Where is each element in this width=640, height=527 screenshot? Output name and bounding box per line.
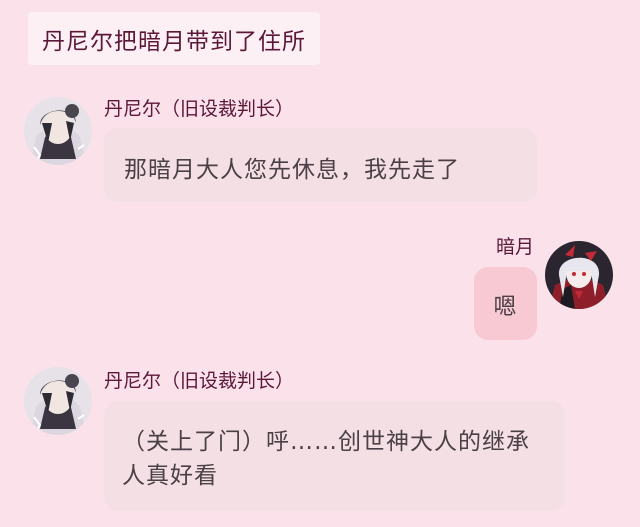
message-text-3: （关上了门）呼……创世神大人的继承人真好看 <box>122 429 530 489</box>
daniel-avatar-2[interactable] <box>24 367 92 435</box>
anyue-avatar-icon <box>545 241 613 309</box>
speaker-name-daniel-2: 丹尼尔（旧设裁判长） <box>104 370 295 392</box>
daniel-avatar-icon <box>24 97 92 165</box>
message-bubble-2[interactable]: 嗯 <box>474 267 537 340</box>
speaker-name-daniel-1: 丹尼尔（旧设裁判长） <box>104 98 295 120</box>
message-bubble-3[interactable]: （关上了门）呼……创世神大人的继承人真好看 <box>104 401 565 511</box>
anyue-avatar[interactable] <box>545 241 613 309</box>
message-text-1: 那暗月大人您先休息，我先走了 <box>124 157 460 183</box>
daniel-avatar-icon <box>24 367 92 435</box>
speaker-name-anyue: 暗月 <box>495 236 534 258</box>
daniel-avatar-1[interactable] <box>24 97 92 165</box>
message-bubble-1[interactable]: 那暗月大人您先休息，我先走了 <box>104 128 537 202</box>
scene-narration: 丹尼尔把暗月带到了住所 <box>28 12 320 65</box>
message-text-2: 嗯 <box>493 293 518 320</box>
